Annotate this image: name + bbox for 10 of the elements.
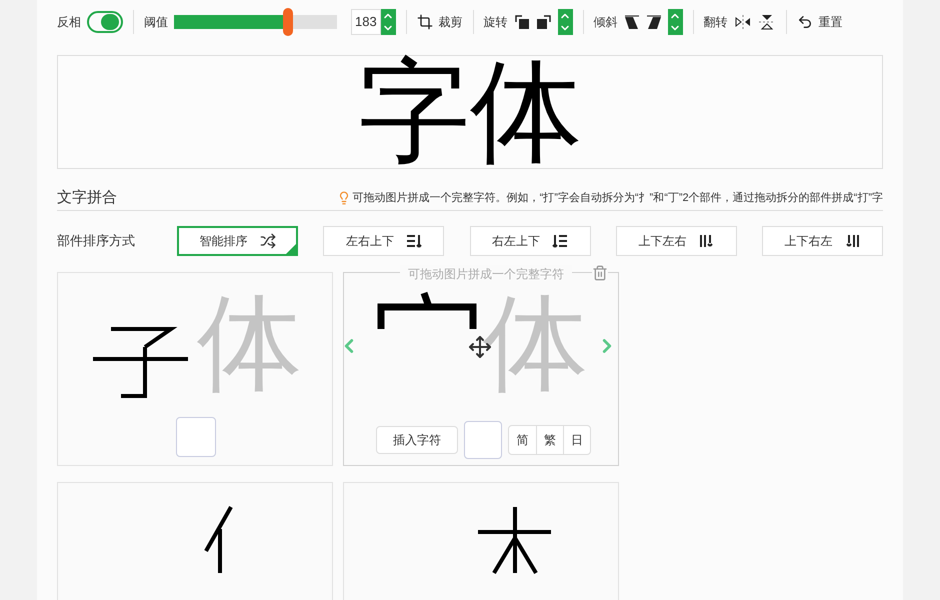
threshold-label: 阈值: [144, 14, 168, 31]
flip-label: 翻转: [704, 14, 728, 31]
sort-label: 部件排序方式: [57, 232, 136, 250]
hint-text: 可拖动图片拼成一个完整字符。例如，“打”字会自动拆分为“扌”和“丁”2个部件，通过拖动拆分的部件拼成“打”字: [352, 190, 883, 206]
invert-label: 反相: [57, 14, 81, 31]
rotate-label: 旋转: [484, 14, 508, 31]
skew-label: 倾斜: [594, 14, 618, 31]
drag-hint-text: 可拖动图片拼成一个完整字符: [400, 264, 572, 282]
preview-text: 字体: [358, 56, 582, 168]
section-title: 文字拼合: [57, 188, 117, 208]
